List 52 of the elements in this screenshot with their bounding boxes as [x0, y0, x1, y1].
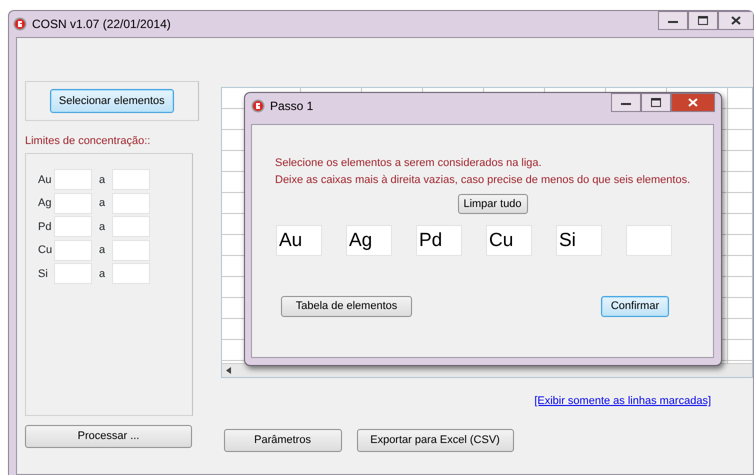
scroll-left-icon[interactable] [226, 367, 232, 374]
element-table-button[interactable]: Tabela de elementos [281, 296, 412, 317]
maximize-button[interactable] [688, 11, 718, 30]
max-field[interactable] [112, 240, 150, 261]
max-field[interactable] [112, 263, 150, 284]
max-field[interactable] [112, 192, 150, 214]
separator-label: a [98, 172, 106, 188]
maximize-icon [698, 16, 708, 25]
element-field[interactable]: Si [556, 225, 602, 256]
separator-label: a [98, 243, 106, 258]
min-field[interactable] [54, 169, 92, 190]
maximize-button[interactable] [641, 93, 671, 112]
max-field[interactable] [112, 169, 150, 190]
separator-label: a [98, 220, 106, 234]
minimize-button[interactable] [611, 93, 641, 112]
element-field[interactable] [626, 225, 672, 256]
element-label: Pd [38, 220, 52, 234]
min-field[interactable] [54, 216, 92, 238]
element-field[interactable]: Ag [346, 225, 392, 256]
filter-link[interactable]: [Exibir somente as linhas marcadas] [534, 393, 711, 410]
close-button[interactable] [671, 93, 715, 112]
close-button[interactable] [718, 11, 754, 30]
instruction-text: Selecione os elementos a serem considerados na liga. [275, 156, 543, 171]
clear-all-button[interactable]: Limpar tudo [458, 194, 528, 214]
app-icon [13, 17, 27, 31]
dialog-title: Passo 1 [270, 98, 314, 115]
element-field[interactable]: Au [276, 225, 322, 256]
process-button[interactable]: Processar ... [25, 425, 192, 448]
parameters-button[interactable]: Parâmetros [224, 428, 342, 452]
instruction-text: Deixe as caixas mais à direita vazias, caso precise de menos do que seis elementos. [275, 173, 692, 188]
element-label: Ag [38, 196, 52, 211]
app-icon [251, 99, 265, 113]
select-elements-button[interactable]: Selecionar elementos [50, 89, 174, 113]
min-field[interactable] [54, 240, 92, 261]
close-icon [688, 98, 698, 107]
export-button[interactable]: Exportar para Excel (CSV) [356, 428, 514, 452]
limits-label: Limites de concentração:: [25, 134, 152, 149]
element-field[interactable]: Cu [486, 225, 532, 256]
window-title: COSN v1.07 (22/01/2014) [32, 16, 171, 33]
close-icon [731, 16, 741, 25]
min-field[interactable] [54, 263, 92, 284]
separator-label: a [98, 266, 106, 282]
element-label: Au [38, 172, 52, 188]
element-field[interactable]: Pd [416, 225, 462, 256]
element-label: Cu [38, 243, 54, 258]
max-field[interactable] [112, 216, 150, 238]
maximize-icon [651, 98, 661, 107]
element-label: Si [38, 266, 49, 282]
separator-label: a [98, 196, 106, 211]
minimize-button[interactable] [658, 11, 688, 30]
min-field[interactable] [54, 192, 92, 214]
confirm-button[interactable]: Confirmar [601, 296, 669, 317]
